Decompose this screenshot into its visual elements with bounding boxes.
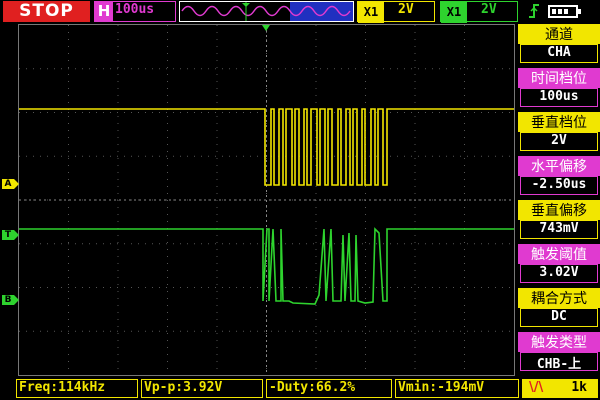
menu-item-label: 水平偏移 xyxy=(518,156,600,176)
trigger-level-marker[interactable]: T xyxy=(2,230,19,240)
channel-a-ground-marker[interactable]: A xyxy=(2,179,19,189)
timebase-value: 100us xyxy=(115,2,155,17)
speaker-wave-icon: \/\ xyxy=(529,380,544,395)
menu-item-value: CHB-上 xyxy=(520,352,598,372)
battery-icon xyxy=(548,5,581,18)
rising-edge-icon xyxy=(527,2,541,20)
menu-item-value: 100us xyxy=(520,88,598,107)
frequency-readout[interactable]: Freq:114kHz xyxy=(16,379,138,398)
menu-item-value: 2V xyxy=(520,132,598,151)
menu-item-timebase[interactable]: 时间档位 100us xyxy=(518,68,600,109)
menu-item-value: 743mV xyxy=(520,220,598,239)
run-stop-button[interactable]: STOP xyxy=(3,1,90,22)
channel-a-probe-label: X1 xyxy=(358,2,384,23)
channel-b-probe-label: X1 xyxy=(441,2,467,23)
measurement-bar: Freq:114kHz Vp-p:3.92V -Duty:66.2% Vmin:… xyxy=(0,377,600,400)
menu-item-vertical-scale[interactable]: 垂直档位 2V xyxy=(518,112,600,153)
menu-item-label: 时间档位 xyxy=(518,68,600,88)
waveform-canvas xyxy=(19,25,514,375)
channel-b-ground-marker[interactable]: B xyxy=(2,295,19,305)
top-status-bar: STOP H 100us X1 2V X1 2V xyxy=(0,0,600,26)
menu-item-horizontal-offset[interactable]: 水平偏移 -2.50us xyxy=(518,156,600,197)
duty-readout[interactable]: -Duty:66.2% xyxy=(266,379,392,398)
memory-overview-waveform xyxy=(181,2,353,21)
menu-item-label: 触发阈值 xyxy=(518,244,600,264)
timebase-label: H xyxy=(95,2,113,21)
waveform-display[interactable] xyxy=(18,24,515,376)
menu-item-label: 垂直档位 xyxy=(518,112,600,132)
channel-a-indicator[interactable]: X1 2V xyxy=(357,1,435,23)
menu-item-value: -2.50us xyxy=(520,176,598,195)
menu-item-vertical-offset[interactable]: 垂直偏移 743mV xyxy=(518,200,600,241)
channel-b-indicator[interactable]: X1 2V xyxy=(440,1,518,23)
menu-item-value: CHA xyxy=(520,44,598,63)
channel-b-scale: 2V xyxy=(481,2,497,17)
memory-overview[interactable] xyxy=(179,1,354,22)
menu-item-coupling[interactable]: 耦合方式 DC xyxy=(518,288,600,329)
settings-menu: 通道 CHA 时间档位 100us 垂直档位 2V 水平偏移 -2.50us 垂… xyxy=(518,24,600,376)
menu-item-channel[interactable]: 通道 CHA xyxy=(518,24,600,65)
menu-item-label: 垂直偏移 xyxy=(518,200,600,220)
trigger-position-marker xyxy=(262,25,270,31)
menu-item-trigger-threshold[interactable]: 触发阈值 3.02V xyxy=(518,244,600,285)
battery-level-fill xyxy=(552,9,569,14)
timebase-indicator[interactable]: H 100us xyxy=(94,1,176,22)
menu-item-value: 3.02V xyxy=(520,264,598,283)
vpp-readout[interactable]: Vp-p:3.92V xyxy=(141,379,263,398)
menu-item-trigger-type[interactable]: 触发类型 CHB-上 xyxy=(518,332,600,373)
vmin-readout[interactable]: Vmin:-194mV xyxy=(395,379,519,398)
menu-item-value: DC xyxy=(520,308,598,327)
menu-item-label: 耦合方式 xyxy=(518,288,600,308)
sound-setting[interactable]: \/\ 1k xyxy=(522,379,598,398)
channel-a-scale: 2V xyxy=(398,2,414,17)
menu-item-label: 触发类型 xyxy=(518,332,600,352)
menu-item-label: 通道 xyxy=(518,24,600,44)
sound-value: 1k xyxy=(571,380,587,395)
